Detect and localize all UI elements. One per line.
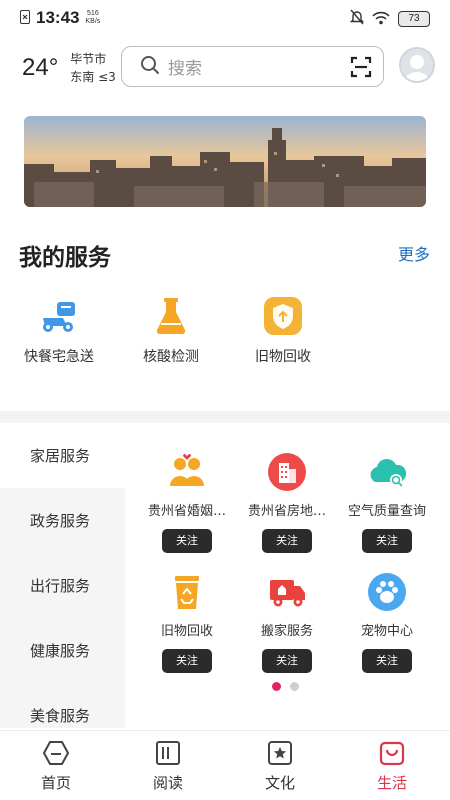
search-bar[interactable]: 搜索 [121,46,384,87]
bottom-tab-bar: 首页 阅读 文化 生活 [0,730,450,800]
tab-home[interactable]: 首页 [16,739,96,793]
culture-star-icon [266,739,294,767]
city-banner-image[interactable] [24,116,426,207]
service-nucleic-test[interactable]: 核酸检测 [121,296,221,366]
mute-bell-icon [349,9,365,29]
temperature: 24° [22,54,59,81]
status-time: 13:43 [36,8,80,27]
my-services-title: 我的服务 [19,245,111,271]
wifi-icon [372,10,390,29]
search-placeholder: 搜索 [168,59,202,79]
tab-culture[interactable]: 文化 [240,739,320,793]
sim-icon [20,9,30,28]
city-name: 毕节市 [70,52,107,66]
net-speed: 516 KB/s [85,10,101,25]
category-item-travel[interactable]: 出行服务 [0,553,125,618]
grid-item-pet[interactable]: 宠物中心 关注 [337,572,437,673]
avatar[interactable] [399,47,435,83]
follow-button[interactable]: 关注 [162,649,212,673]
category-item-food[interactable]: 美食服务 [0,683,125,728]
category-item-health[interactable]: 健康服务 [0,618,125,683]
home-icon [42,739,70,767]
search-icon [140,55,160,79]
follow-button[interactable]: 关注 [262,649,312,673]
couple-icon [167,452,207,492]
building-icon [267,452,307,492]
scan-icon[interactable] [349,55,373,83]
weather-widget[interactable]: 24° 毕节市 东南 ≤3 [22,50,116,86]
air-quality-icon [367,452,407,492]
grid-item-air-quality[interactable]: 空气质量查询 关注 [337,452,437,553]
life-bag-icon [378,739,406,767]
page-dot[interactable] [290,682,299,691]
page-indicator [272,682,299,691]
book-icon [154,739,182,767]
grid-item-real-estate[interactable]: 贵州省房地… 关注 [237,452,337,553]
follow-button[interactable]: 关注 [162,529,212,553]
section-divider [0,411,450,423]
tab-life[interactable]: 生活 [352,739,432,793]
follow-button[interactable]: 关注 [362,529,412,553]
more-link[interactable]: 更多 [398,241,430,265]
category-item-home[interactable]: 家居服务 [0,423,125,488]
category-list: 家居服务 政务服务 出行服务 健康服务 美食服务 [0,423,125,728]
category-item-government[interactable]: 政务服务 [0,488,125,553]
test-flask-icon [151,296,191,336]
recycle-bin-icon [167,572,207,612]
follow-button[interactable]: 关注 [262,529,312,553]
delivery-scooter-icon [39,296,79,336]
follow-button[interactable]: 关注 [362,649,412,673]
grid-item-moving[interactable]: 搬家服务 关注 [237,572,337,673]
status-bar: 13:43 516 KB/s 73 [0,0,450,36]
service-recycle[interactable]: 旧物回收 [233,296,333,366]
pet-paw-icon [367,572,407,612]
wind-info: 东南 ≤3 [70,70,116,84]
service-delivery[interactable]: 快餐宅急送 [9,296,109,366]
grid-item-recycle[interactable]: 旧物回收 关注 [137,572,237,673]
recycle-shield-icon [263,296,303,336]
grid-item-marriage[interactable]: 贵州省婚姻… 关注 [137,452,237,553]
battery-indicator: 73 [398,11,430,27]
page-dot-active[interactable] [272,682,281,691]
tab-reading[interactable]: 阅读 [128,739,208,793]
moving-truck-icon [267,572,307,612]
